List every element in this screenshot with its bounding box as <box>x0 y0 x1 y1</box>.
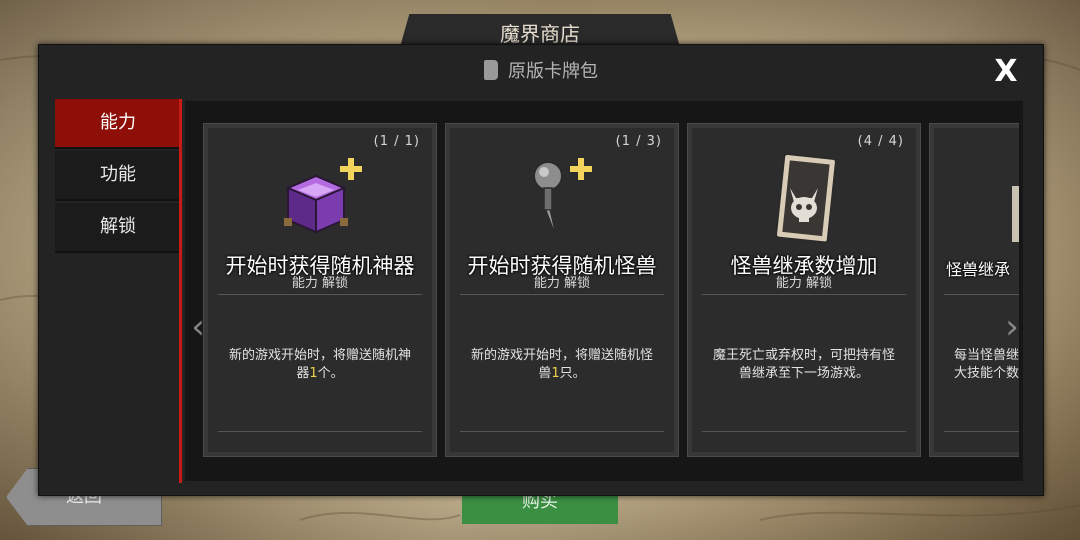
tab-ability[interactable]: 能力 <box>55 99 181 149</box>
card-description-text: 魔王死亡或弃权时，可把持有怪兽继承至下一场游戏。 <box>712 348 895 381</box>
card-count: (4 / 4) <box>857 134 904 149</box>
tab-function[interactable]: 功能 <box>55 151 181 201</box>
tab-unlock[interactable]: 解锁 <box>55 203 181 253</box>
card-count: (1 / 1) <box>373 134 420 149</box>
card-description-box: 新的游戏开始时，将赠送随机怪兽1只。 <box>460 294 664 432</box>
card-item-partial[interactable]: 怪兽继承 每当怪兽继大技能个数 <box>929 123 1019 457</box>
card-subtitle: 能力 解锁 <box>533 276 591 291</box>
cards-scroll[interactable]: (1 / 1) 开始时获得随机神器 能力 解锁 新的游戏开始时，将赠送随机神器1… <box>199 123 1019 459</box>
demon-skull-card-icon <box>775 153 837 244</box>
modal-header: 原版卡牌包 <box>39 59 1043 85</box>
card-subtitle: 能力 解锁 <box>291 276 349 291</box>
card-name: 怪兽继承 <box>946 260 1011 279</box>
sidebar-divider <box>179 99 182 483</box>
card-description-text: 每当怪兽继大技能个数 <box>954 348 1019 381</box>
cards-area: (1 / 1) 开始时获得随机神器 能力 解锁 新的游戏开始时，将赠送随机神器1… <box>185 101 1023 481</box>
card-description-end: 只。 <box>559 366 586 381</box>
card-description-box: 魔王死亡或弃权时，可把持有怪兽继承至下一场游戏。 <box>702 294 906 432</box>
card-description-end: 个。 <box>317 366 344 381</box>
card-description: 新的游戏开始时，将赠送随机怪兽1只。 <box>470 347 654 383</box>
card-description-box: 新的游戏开始时，将赠送随机神器1个。 <box>218 294 422 432</box>
card-description-highlight: 1 <box>309 366 318 381</box>
purple-crate-plus-icon <box>284 158 362 234</box>
pushpin-plus-icon <box>533 158 592 237</box>
card-count: (1 / 3) <box>615 134 662 149</box>
modal-title: 原版卡牌包 <box>508 61 598 82</box>
category-sidebar: 能力 功能 解锁 <box>55 99 181 485</box>
card-item[interactable]: (4 / 4) 怪兽继承数增加 能力 解锁 魔王死亡或弃权时，可把持有怪兽继承至… <box>687 123 921 457</box>
card-description: 每当怪兽继大技能个数 <box>954 347 1019 383</box>
card-description: 魔王死亡或弃权时，可把持有怪兽继承至下一场游戏。 <box>712 347 896 383</box>
card-item[interactable]: (1 / 3) 开始时获得随机怪兽 能力 解锁 新的游戏开始时，将赠送随机怪兽1… <box>445 123 679 457</box>
card-description: 新的游戏开始时，将赠送随机神器1个。 <box>228 347 412 383</box>
card-pack-modal: 原版卡牌包 X 能力 功能 解锁 (1 / 1) 开始时获得随机神器 能力 解锁… <box>38 44 1044 496</box>
scroll-right-arrow-icon[interactable]: › <box>1005 307 1019 347</box>
close-button[interactable]: X <box>991 57 1021 87</box>
card-item[interactable]: (1 / 1) 开始时获得随机神器 能力 解锁 新的游戏开始时，将赠送随机神器1… <box>203 123 437 457</box>
card-description-highlight: 1 <box>551 366 560 381</box>
card-pack-icon <box>484 60 498 80</box>
card-subtitle: 能力 解锁 <box>775 276 833 291</box>
partial-card-icon <box>1012 186 1019 242</box>
scroll-left-arrow-icon[interactable]: ‹ <box>191 307 205 347</box>
